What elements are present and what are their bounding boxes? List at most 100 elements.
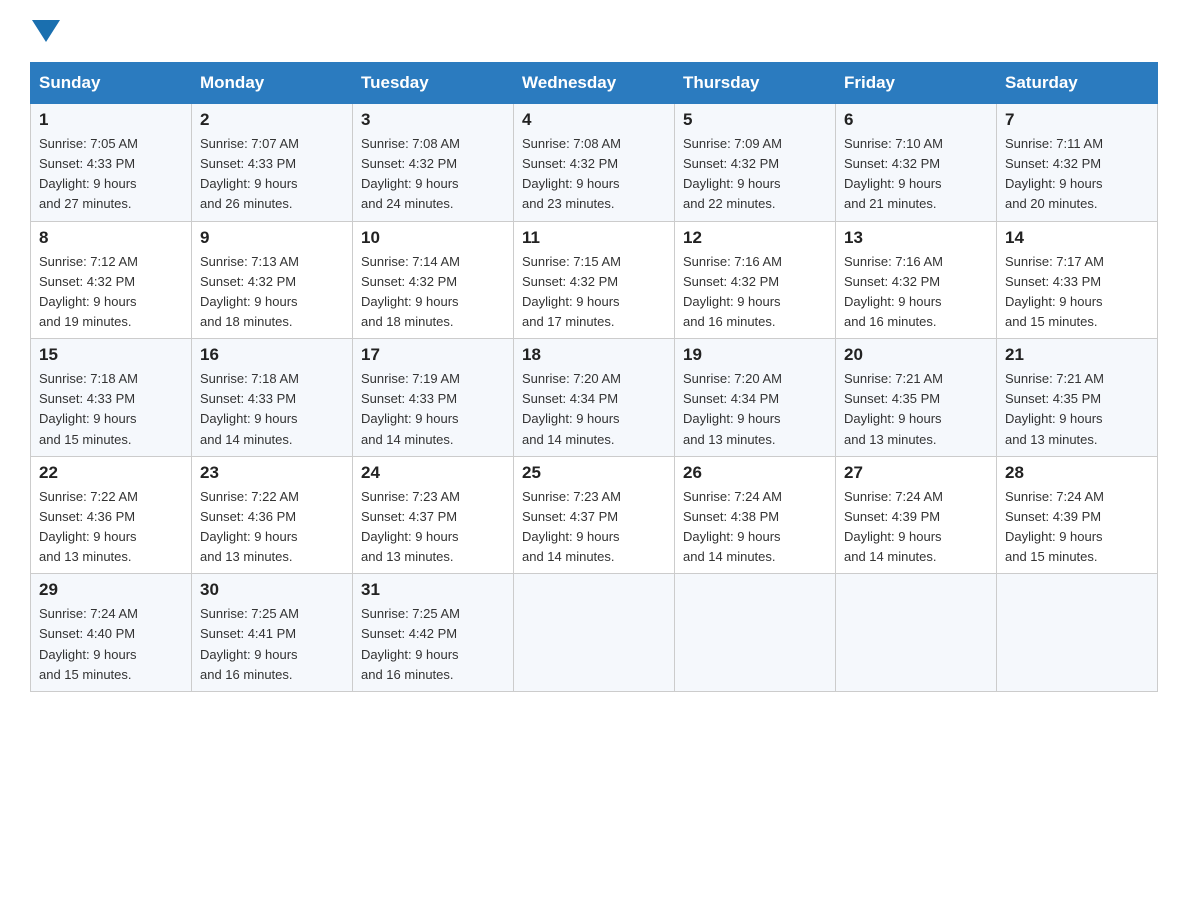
day-number: 24 xyxy=(361,463,505,483)
day-info: Sunrise: 7:24 AMSunset: 4:40 PMDaylight:… xyxy=(39,604,183,685)
calendar-week-row: 15 Sunrise: 7:18 AMSunset: 4:33 PMDayligh… xyxy=(31,339,1158,457)
calendar-cell: 31 Sunrise: 7:25 AMSunset: 4:42 PMDayligh… xyxy=(353,574,514,692)
day-number: 14 xyxy=(1005,228,1149,248)
calendar-cell: 28 Sunrise: 7:24 AMSunset: 4:39 PMDayligh… xyxy=(997,456,1158,574)
calendar-cell xyxy=(997,574,1158,692)
logo xyxy=(30,20,62,42)
calendar-week-row: 29 Sunrise: 7:24 AMSunset: 4:40 PMDayligh… xyxy=(31,574,1158,692)
calendar-cell: 11Sunrise: 7:15 AMSunset: 4:32 PMDayligh… xyxy=(514,221,675,339)
calendar-cell: 18 Sunrise: 7:20 AMSunset: 4:34 PMDayligh… xyxy=(514,339,675,457)
weekday-header-tuesday: Tuesday xyxy=(353,63,514,104)
day-info: Sunrise: 7:08 AMSunset: 4:32 PMDaylight:… xyxy=(361,134,505,215)
day-info: Sunrise: 7:08 AMSunset: 4:32 PMDaylight:… xyxy=(522,134,666,215)
day-info: Sunrise: 7:11 AMSunset: 4:32 PMDaylight:… xyxy=(1005,134,1149,215)
calendar-cell: 5 Sunrise: 7:09 AMSunset: 4:32 PMDaylight… xyxy=(675,104,836,222)
day-info: Sunrise: 7:21 AMSunset: 4:35 PMDaylight:… xyxy=(844,369,988,450)
day-number: 25 xyxy=(522,463,666,483)
day-number: 28 xyxy=(1005,463,1149,483)
day-number: 30 xyxy=(200,580,344,600)
weekday-header-thursday: Thursday xyxy=(675,63,836,104)
calendar-cell: 8 Sunrise: 7:12 AMSunset: 4:32 PMDaylight… xyxy=(31,221,192,339)
day-info: Sunrise: 7:18 AMSunset: 4:33 PMDaylight:… xyxy=(200,369,344,450)
day-number: 12 xyxy=(683,228,827,248)
day-info: Sunrise: 7:21 AMSunset: 4:35 PMDaylight:… xyxy=(1005,369,1149,450)
calendar-cell: 4Sunrise: 7:08 AMSunset: 4:32 PMDaylight… xyxy=(514,104,675,222)
day-number: 6 xyxy=(844,110,988,130)
day-number: 22 xyxy=(39,463,183,483)
day-number: 23 xyxy=(200,463,344,483)
day-info: Sunrise: 7:09 AMSunset: 4:32 PMDaylight:… xyxy=(683,134,827,215)
day-info: Sunrise: 7:19 AMSunset: 4:33 PMDaylight:… xyxy=(361,369,505,450)
day-number: 31 xyxy=(361,580,505,600)
logo-triangle-icon xyxy=(32,20,60,42)
calendar-cell xyxy=(514,574,675,692)
day-info: Sunrise: 7:20 AMSunset: 4:34 PMDaylight:… xyxy=(522,369,666,450)
day-number: 7 xyxy=(1005,110,1149,130)
day-number: 8 xyxy=(39,228,183,248)
calendar-cell xyxy=(675,574,836,692)
day-info: Sunrise: 7:20 AMSunset: 4:34 PMDaylight:… xyxy=(683,369,827,450)
calendar-cell: 1Sunrise: 7:05 AMSunset: 4:33 PMDaylight… xyxy=(31,104,192,222)
calendar-cell: 6 Sunrise: 7:10 AMSunset: 4:32 PMDaylight… xyxy=(836,104,997,222)
calendar-cell: 17 Sunrise: 7:19 AMSunset: 4:33 PMDayligh… xyxy=(353,339,514,457)
day-number: 18 xyxy=(522,345,666,365)
calendar-cell: 16 Sunrise: 7:18 AMSunset: 4:33 PMDayligh… xyxy=(192,339,353,457)
day-info: Sunrise: 7:24 AMSunset: 4:39 PMDaylight:… xyxy=(1005,487,1149,568)
day-info: Sunrise: 7:24 AMSunset: 4:38 PMDaylight:… xyxy=(683,487,827,568)
calendar-week-row: 8 Sunrise: 7:12 AMSunset: 4:32 PMDaylight… xyxy=(31,221,1158,339)
calendar-cell: 15 Sunrise: 7:18 AMSunset: 4:33 PMDayligh… xyxy=(31,339,192,457)
calendar-cell: 24Sunrise: 7:23 AMSunset: 4:37 PMDayligh… xyxy=(353,456,514,574)
page-header xyxy=(30,20,1158,42)
calendar-cell: 25 Sunrise: 7:23 AMSunset: 4:37 PMDayligh… xyxy=(514,456,675,574)
day-number: 2 xyxy=(200,110,344,130)
calendar-cell: 2Sunrise: 7:07 AMSunset: 4:33 PMDaylight… xyxy=(192,104,353,222)
day-number: 29 xyxy=(39,580,183,600)
day-info: Sunrise: 7:22 AMSunset: 4:36 PMDaylight:… xyxy=(200,487,344,568)
day-info: Sunrise: 7:15 AMSunset: 4:32 PMDaylight:… xyxy=(522,252,666,333)
calendar-cell: 7 Sunrise: 7:11 AMSunset: 4:32 PMDaylight… xyxy=(997,104,1158,222)
day-number: 27 xyxy=(844,463,988,483)
weekday-header-sunday: Sunday xyxy=(31,63,192,104)
day-info: Sunrise: 7:12 AMSunset: 4:32 PMDaylight:… xyxy=(39,252,183,333)
day-info: Sunrise: 7:16 AMSunset: 4:32 PMDaylight:… xyxy=(683,252,827,333)
calendar-table: SundayMondayTuesdayWednesdayThursdayFrid… xyxy=(30,62,1158,692)
day-info: Sunrise: 7:25 AMSunset: 4:41 PMDaylight:… xyxy=(200,604,344,685)
calendar-cell: 10 Sunrise: 7:14 AMSunset: 4:32 PMDayligh… xyxy=(353,221,514,339)
day-number: 15 xyxy=(39,345,183,365)
day-number: 19 xyxy=(683,345,827,365)
day-info: Sunrise: 7:23 AMSunset: 4:37 PMDaylight:… xyxy=(522,487,666,568)
day-info: Sunrise: 7:05 AMSunset: 4:33 PMDaylight:… xyxy=(39,134,183,215)
day-number: 10 xyxy=(361,228,505,248)
day-info: Sunrise: 7:14 AMSunset: 4:32 PMDaylight:… xyxy=(361,252,505,333)
day-number: 9 xyxy=(200,228,344,248)
calendar-week-row: 1Sunrise: 7:05 AMSunset: 4:33 PMDaylight… xyxy=(31,104,1158,222)
day-info: Sunrise: 7:16 AMSunset: 4:32 PMDaylight:… xyxy=(844,252,988,333)
day-number: 17 xyxy=(361,345,505,365)
day-number: 13 xyxy=(844,228,988,248)
day-info: Sunrise: 7:18 AMSunset: 4:33 PMDaylight:… xyxy=(39,369,183,450)
day-info: Sunrise: 7:25 AMSunset: 4:42 PMDaylight:… xyxy=(361,604,505,685)
day-number: 16 xyxy=(200,345,344,365)
day-number: 21 xyxy=(1005,345,1149,365)
day-number: 20 xyxy=(844,345,988,365)
weekday-header-wednesday: Wednesday xyxy=(514,63,675,104)
weekday-header-row: SundayMondayTuesdayWednesdayThursdayFrid… xyxy=(31,63,1158,104)
day-info: Sunrise: 7:17 AMSunset: 4:33 PMDaylight:… xyxy=(1005,252,1149,333)
calendar-cell: 29 Sunrise: 7:24 AMSunset: 4:40 PMDayligh… xyxy=(31,574,192,692)
day-number: 5 xyxy=(683,110,827,130)
day-number: 26 xyxy=(683,463,827,483)
calendar-cell: 26 Sunrise: 7:24 AMSunset: 4:38 PMDayligh… xyxy=(675,456,836,574)
day-info: Sunrise: 7:22 AMSunset: 4:36 PMDaylight:… xyxy=(39,487,183,568)
calendar-cell: 20 Sunrise: 7:21 AMSunset: 4:35 PMDayligh… xyxy=(836,339,997,457)
weekday-header-friday: Friday xyxy=(836,63,997,104)
calendar-cell: 9Sunrise: 7:13 AMSunset: 4:32 PMDaylight… xyxy=(192,221,353,339)
weekday-header-monday: Monday xyxy=(192,63,353,104)
weekday-header-saturday: Saturday xyxy=(997,63,1158,104)
day-info: Sunrise: 7:10 AMSunset: 4:32 PMDaylight:… xyxy=(844,134,988,215)
calendar-cell xyxy=(836,574,997,692)
calendar-cell: 21 Sunrise: 7:21 AMSunset: 4:35 PMDayligh… xyxy=(997,339,1158,457)
day-number: 3 xyxy=(361,110,505,130)
calendar-week-row: 22 Sunrise: 7:22 AMSunset: 4:36 PMDayligh… xyxy=(31,456,1158,574)
calendar-cell: 27Sunrise: 7:24 AMSunset: 4:39 PMDayligh… xyxy=(836,456,997,574)
calendar-cell: 19 Sunrise: 7:20 AMSunset: 4:34 PMDayligh… xyxy=(675,339,836,457)
